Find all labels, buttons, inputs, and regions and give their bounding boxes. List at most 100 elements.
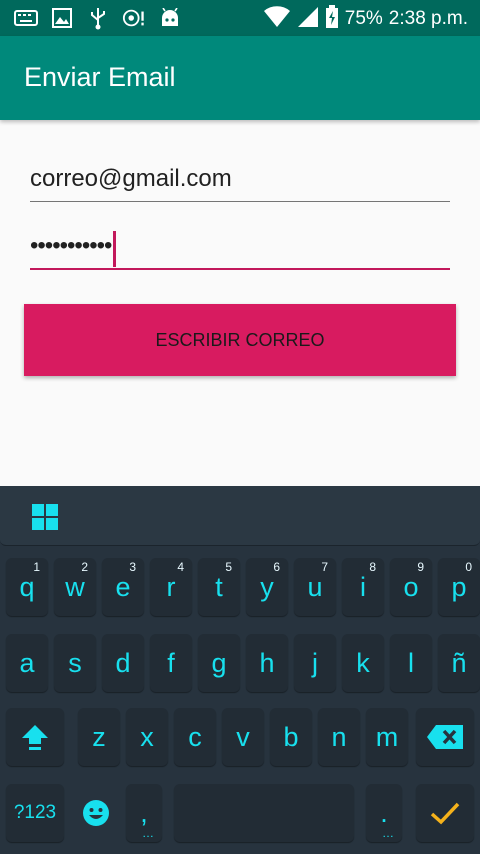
key-label: o: [403, 571, 419, 602]
usb-icon: [86, 6, 110, 30]
key-d[interactable]: d: [102, 634, 144, 692]
password-value: •••••••••••: [30, 232, 112, 259]
key-p[interactable]: p0: [438, 558, 480, 616]
key-z[interactable]: z: [78, 708, 120, 766]
key-label: f: [167, 647, 175, 678]
battery-percent: 75%: [344, 8, 383, 29]
comma-key-label: ,: [140, 797, 148, 828]
space-key[interactable]: [174, 784, 354, 842]
write-email-button[interactable]: ESCRIBIR CORREO: [24, 304, 456, 376]
image-icon: [50, 6, 74, 30]
clock: 2:38 p.m.: [388, 8, 468, 29]
key-label: t: [215, 571, 223, 602]
key-a[interactable]: a: [6, 634, 48, 692]
key-x[interactable]: x: [126, 708, 168, 766]
key-g[interactable]: g: [198, 634, 240, 692]
key-label: v: [236, 721, 250, 752]
key-label: w: [65, 571, 85, 602]
key-b[interactable]: b: [270, 708, 312, 766]
key-label: x: [140, 721, 154, 752]
period-key-label: .: [380, 797, 388, 828]
key-q[interactable]: q1: [6, 558, 48, 616]
key-s[interactable]: s: [54, 634, 96, 692]
status-bar: 75% 2:38 p.m.: [0, 0, 480, 36]
keyboard-toolbar: [0, 486, 480, 546]
email-field[interactable]: correo@gmail.com: [30, 160, 450, 202]
key-t[interactable]: t5: [198, 558, 240, 616]
write-email-button-label: ESCRIBIR CORREO: [155, 329, 325, 350]
key-label: l: [408, 647, 414, 678]
key-label: n: [331, 721, 347, 752]
key-w[interactable]: w2: [54, 558, 96, 616]
key-e[interactable]: e3: [102, 558, 144, 616]
key-n[interactable]: n: [318, 708, 360, 766]
key-label: u: [307, 571, 323, 602]
key-r[interactable]: r4: [150, 558, 192, 616]
key-j[interactable]: j: [294, 634, 336, 692]
key-o[interactable]: o9: [390, 558, 432, 616]
period-key-more: …: [382, 826, 394, 840]
key-number-hint: 4: [177, 560, 184, 574]
key-h[interactable]: h: [246, 634, 288, 692]
key-label: i: [360, 571, 366, 602]
comma-key[interactable]: , …: [126, 784, 162, 842]
checkmark-icon: [430, 802, 460, 825]
key-i[interactable]: i8: [342, 558, 384, 616]
soft-keyboard: q1w2e3r4t5y6u7i8o9p0 asdfghjklñ zxcvbnm …: [0, 486, 480, 854]
key-l[interactable]: l: [390, 634, 432, 692]
keyboard-menu-icon[interactable]: [30, 502, 60, 532]
key-label: p: [451, 571, 467, 602]
key-label: j: [312, 647, 318, 678]
backspace-key[interactable]: [416, 708, 474, 766]
key-u[interactable]: u7: [294, 558, 336, 616]
password-field[interactable]: •••••••••••: [30, 226, 450, 270]
email-value: correo@gmail.com: [30, 165, 232, 192]
key-number-hint: 9: [417, 560, 424, 574]
notification-icons: [14, 6, 182, 30]
key-label: d: [115, 647, 131, 678]
app-bar: Enviar Email: [0, 36, 480, 120]
enter-key[interactable]: [416, 784, 474, 842]
key-ñ[interactable]: ñ: [438, 634, 480, 692]
system-status: 75% 2:38 p.m.: [263, 5, 468, 33]
key-label: z: [92, 721, 106, 752]
key-number-hint: 6: [273, 560, 280, 574]
battery-icon: [325, 5, 339, 33]
comma-key-more: …: [142, 826, 154, 840]
wifi-icon: [263, 6, 291, 32]
key-f[interactable]: f: [150, 634, 192, 692]
page-title: Enviar Email: [24, 62, 176, 92]
key-label: h: [259, 647, 275, 678]
key-m[interactable]: m: [366, 708, 408, 766]
key-label: r: [166, 571, 176, 602]
key-label: m: [375, 721, 399, 752]
symbols-key[interactable]: ?123: [6, 784, 64, 842]
keyboard-icon: [14, 6, 38, 30]
key-c[interactable]: c: [174, 708, 216, 766]
key-number-hint: 1: [33, 560, 40, 574]
shift-icon: [22, 725, 48, 750]
key-label: s: [68, 647, 82, 678]
key-label: k: [356, 647, 370, 678]
period-key[interactable]: . …: [366, 784, 402, 842]
key-label: g: [211, 647, 227, 678]
key-label: y: [260, 571, 274, 602]
key-number-hint: 8: [369, 560, 376, 574]
key-label: c: [188, 721, 202, 752]
key-number-hint: 7: [321, 560, 328, 574]
shift-key[interactable]: [6, 708, 64, 766]
key-label: b: [283, 721, 299, 752]
key-number-hint: 2: [81, 560, 88, 574]
key-v[interactable]: v: [222, 708, 264, 766]
key-number-hint: 3: [129, 560, 136, 574]
emoji-key[interactable]: [78, 784, 114, 842]
key-label: q: [19, 571, 35, 602]
symbols-key-label: ?123: [13, 802, 57, 823]
android-icon: [158, 6, 182, 30]
key-number-hint: 5: [225, 560, 232, 574]
key-y[interactable]: y6: [246, 558, 288, 616]
key-label: e: [115, 571, 131, 602]
key-k[interactable]: k: [342, 634, 384, 692]
text-cursor: [113, 230, 117, 267]
backspace-icon: [427, 725, 463, 749]
